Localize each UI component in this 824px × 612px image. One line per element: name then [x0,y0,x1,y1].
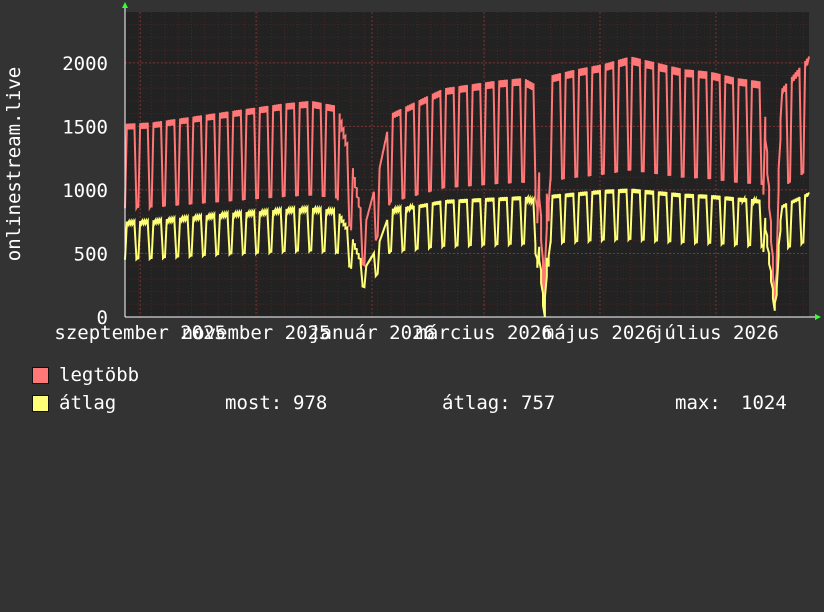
stat-now-label: most: [225,392,283,414]
chart-svg: 0500100015002000szeptember 2025november … [3,2,821,344]
legend-max: legtöbb [32,364,812,386]
stat-max-label: max: [675,392,721,414]
legend-avg-label: átlag [59,392,117,414]
x-axis-arrow [815,314,821,320]
legend-avg: átlag most: 978 átlag: 757 max: 1024 [32,392,812,414]
stat-now-value: 978 [293,392,328,414]
y-tick-label: 500 [74,243,108,265]
y-tick-label: 1000 [62,180,108,202]
stat-avg-value: 757 [521,392,556,414]
y-axis-label: onlinestream.live [3,67,25,261]
legend-avg-swatch [32,395,49,412]
x-tick-label: március 2026 [415,322,552,344]
legend-max-swatch [32,367,49,384]
stat-max-value: 1024 [741,392,787,414]
legend-max-label: legtöbb [59,364,140,386]
x-tick-label: május 2026 [543,322,657,344]
x-tick-label: július 2026 [653,322,779,344]
chart: 0 500 1000 1500 2000 szeptember 2025 november … [0,0,824,430]
y-tick-label: 1500 [62,116,108,138]
y-tick-label: 2000 [62,53,108,75]
y-axis-arrow [122,2,128,8]
stat-avg-label: átlag: [442,392,511,414]
